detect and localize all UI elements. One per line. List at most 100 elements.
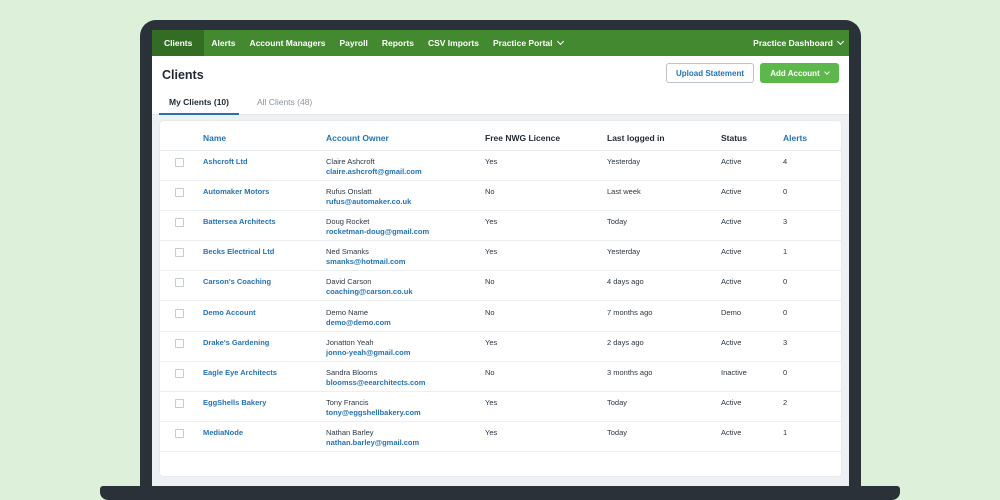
table-row[interactable]: Battersea Architects Doug Rocket rocketman…	[160, 211, 841, 242]
column-header-account-owner[interactable]: Account Owner	[326, 133, 389, 143]
client-name-link[interactable]: Carson's Coaching	[203, 277, 271, 287]
page-title: Clients	[162, 68, 204, 82]
account-owner-email[interactable]: bloomss@eearchitects.com	[326, 378, 425, 388]
free-licence-value: No	[485, 307, 495, 317]
account-owner-name: Sandra Blooms	[326, 367, 378, 377]
table-row[interactable]: Automaker Motors Rufus Onslatt rufus@autom…	[160, 181, 841, 212]
tab-all-clients[interactable]: All Clients (48)	[257, 95, 312, 115]
alerts-count: 0	[783, 367, 788, 377]
row-checkbox[interactable]	[175, 428, 184, 438]
last-logged-in-value: 2 days ago	[607, 337, 644, 347]
row-checkbox[interactable]	[175, 248, 184, 258]
row-checkbox[interactable]	[175, 338, 184, 348]
nav-item-reports[interactable]: Reports	[375, 30, 421, 56]
practice-dashboard-label: Practice Dashboard	[753, 38, 833, 48]
status-value: Active	[721, 187, 742, 197]
chevron-down-icon	[823, 68, 830, 75]
page-header: Clients Upload Statement Add Account	[152, 56, 849, 92]
last-logged-in-value: Today	[607, 217, 628, 227]
nav-item-payroll[interactable]: Payroll	[332, 30, 374, 56]
status-value: Active	[721, 397, 742, 407]
account-owner-name: Doug Rocket	[326, 217, 370, 227]
last-logged-in-value: Yesterday	[607, 157, 641, 166]
last-logged-in-value: Today	[607, 427, 628, 437]
account-owner-email[interactable]: rocketman-doug@gmail.com	[326, 227, 429, 237]
account-owner-email[interactable]: demo@demo.com	[326, 318, 391, 328]
account-owner-name: Demo Name	[326, 307, 369, 317]
alerts-count: 4	[783, 157, 788, 166]
client-name-link[interactable]: Demo Account	[203, 308, 256, 318]
client-name-link[interactable]: Becks Electrical Ltd	[203, 247, 274, 257]
table-row[interactable]: Ashcroft Ltd Claire Ashcroft claire.ashcro…	[160, 151, 841, 181]
free-licence-value: Yes	[485, 217, 498, 227]
last-logged-in-value: Today	[607, 397, 628, 407]
client-name-link[interactable]: Eagle Eye Architects	[203, 368, 277, 378]
practice-portal-label: Practice Portal	[492, 38, 553, 48]
column-header-name[interactable]: Name	[203, 133, 226, 143]
free-licence-value: Yes	[485, 157, 498, 166]
client-name-link[interactable]: Battersea Architects	[203, 217, 276, 227]
practice-dashboard-menu[interactable]: Practice Dashboard	[746, 30, 849, 56]
account-owner-email[interactable]: nathan.barley@gmail.com	[326, 438, 419, 448]
client-name-link[interactable]: EggShells Bakery	[203, 398, 266, 408]
nav-item-csv-imports[interactable]: CSV Imports	[421, 30, 486, 56]
content-area: Name Account Owner Free NWG Licence Last…	[152, 115, 849, 486]
table-row[interactable]: Becks Electrical Ltd Ned Smanks smanks@hot…	[160, 241, 841, 272]
chevron-down-icon	[556, 37, 564, 46]
account-owner-email[interactable]: smanks@hotmail.com	[326, 257, 405, 267]
table-row[interactable]: MediaNode Nathan Barley nathan.barley@gmai…	[160, 422, 841, 452]
alerts-count: 3	[783, 217, 788, 227]
nav-item-practice-portal[interactable]: Practice Portal	[486, 30, 570, 56]
status-value: Demo	[721, 307, 742, 317]
row-checkbox[interactable]	[175, 278, 184, 288]
last-logged-in-value: 7 months ago	[607, 307, 653, 317]
status-value: Active	[721, 217, 742, 227]
add-account-label: Add Account	[770, 68, 820, 78]
client-name-link[interactable]: MediaNode	[203, 428, 243, 438]
add-account-button[interactable]: Add Account	[760, 63, 839, 83]
account-owner-name: Nathan Barley	[326, 427, 374, 437]
alerts-count: 2	[783, 397, 788, 407]
last-logged-in-value: Last week	[607, 187, 641, 197]
column-header-alerts[interactable]: Alerts	[783, 133, 807, 143]
row-checkbox[interactable]	[175, 308, 184, 318]
nav-item-alerts[interactable]: Alerts	[204, 30, 242, 56]
account-owner-email[interactable]: rufus@automaker.co.uk	[326, 197, 411, 207]
account-owner-email[interactable]: jonno-yeah@gmail.com	[326, 348, 410, 358]
tab-my-clients[interactable]: My Clients (10)	[159, 95, 239, 115]
table-row[interactable]: Drake's Gardening Jonatton Yeah jonno-yeah…	[160, 332, 841, 362]
client-name-link[interactable]: Drake's Gardening	[203, 338, 269, 348]
laptop-base	[100, 486, 900, 500]
status-value: Active	[721, 337, 742, 347]
table-row[interactable]: Demo Account Demo Name demo@demo.com No 7 mo…	[160, 302, 841, 332]
table-row[interactable]: Eagle Eye Architects Sandra Blooms bloomss…	[160, 362, 841, 392]
chevron-down-icon	[836, 37, 845, 46]
last-logged-in-value: Yesterday	[607, 247, 641, 257]
account-owner-email[interactable]: claire.ashcroft@gmail.com	[326, 167, 422, 177]
table-row[interactable]: Carson's Coaching David Carson coaching@ca…	[160, 271, 841, 302]
row-checkbox[interactable]	[175, 368, 184, 378]
table-row[interactable]: EggShells Bakery Tony Francis tony@eggshel…	[160, 392, 841, 422]
status-value: Active	[721, 277, 742, 287]
account-owner-name: Rufus Onslatt	[326, 187, 372, 197]
client-tabs: My Clients (10) All Clients (48)	[152, 92, 849, 115]
row-checkbox[interactable]	[175, 398, 184, 408]
row-checkbox[interactable]	[175, 188, 184, 198]
nav-item-account-managers[interactable]: Account Managers	[242, 30, 332, 56]
status-value: Active	[721, 247, 742, 257]
account-owner-email[interactable]: tony@eggshellbakery.com	[326, 408, 421, 418]
status-value: Active	[721, 427, 742, 437]
row-checkbox[interactable]	[175, 158, 184, 167]
free-licence-value: No	[485, 187, 495, 197]
column-header-status: Status	[721, 133, 747, 143]
column-header-free-licence: Free NWG Licence	[485, 133, 561, 143]
client-name-link[interactable]: Automaker Motors	[203, 187, 269, 197]
free-licence-value: Yes	[485, 247, 498, 257]
alerts-count: 0	[783, 277, 788, 287]
nav-item-clients[interactable]: Clients	[152, 30, 205, 56]
account-owner-email[interactable]: coaching@carson.co.uk	[326, 287, 413, 297]
row-checkbox[interactable]	[175, 218, 184, 228]
app-screen: Clients Alerts Account Managers Payroll …	[152, 30, 849, 486]
client-name-link[interactable]: Ashcroft Ltd	[203, 157, 248, 167]
upload-statement-button[interactable]: Upload Statement	[666, 63, 754, 83]
